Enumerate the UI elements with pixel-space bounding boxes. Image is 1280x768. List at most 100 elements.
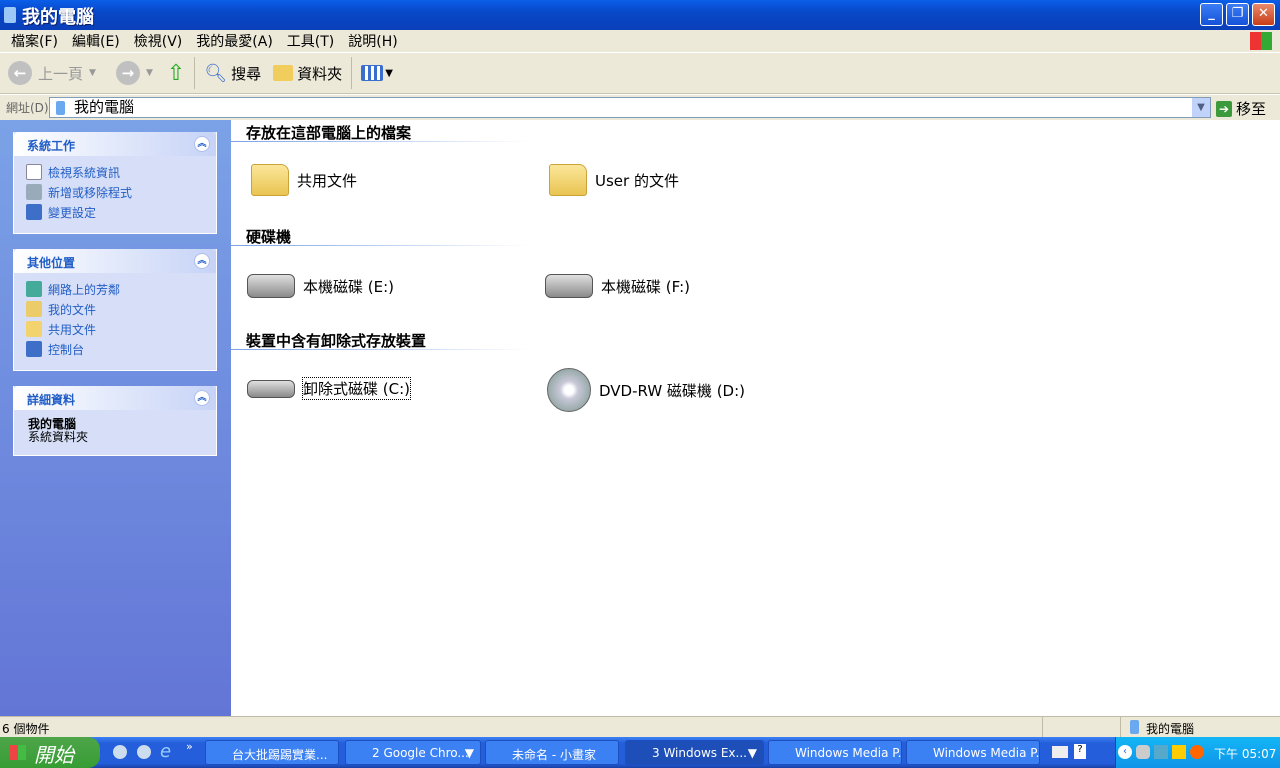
panel-header[interactable]: 系統工作 ︽	[14, 132, 216, 156]
item-label: User 的文件	[595, 171, 679, 190]
place-network[interactable]: 網路上的芳鄰	[14, 279, 216, 299]
folder-icon	[549, 164, 587, 196]
quicklaunch-icon[interactable]	[113, 745, 127, 759]
item-user-documents[interactable]: User 的文件	[549, 164, 679, 196]
menu-tools[interactable]: 工具(T)	[280, 31, 341, 51]
menu-file[interactable]: 檔案(F)	[4, 31, 65, 51]
item-drive-e[interactable]: 本機磁碟 (E:)	[247, 274, 394, 298]
taskbar-button-ptt[interactable]: 台大批踢踢實業...	[205, 740, 339, 765]
go-button[interactable]: ➔ 移至	[1216, 98, 1266, 119]
close-button[interactable]: ✕	[1252, 3, 1275, 26]
other-places-panel: 其他位置 ︽ 網路上的芳鄰 我的文件 共用文件 控制台	[13, 249, 217, 371]
warning-icon[interactable]	[1172, 745, 1186, 759]
search-button[interactable]: 🔍︎ 搜尋	[204, 63, 261, 84]
task-pane: 系統工作 ︽ 檢視系統資訊 新增或移除程式 變更設定 其他位置 ︽ 網路上的芳鄰 我…	[0, 120, 231, 716]
address-bar: 網址(D) 我的電腦 ▼ ➔ 移至	[0, 95, 1280, 120]
app-tray-icon[interactable]	[1190, 745, 1204, 759]
item-shared-documents[interactable]: 共用文件	[251, 164, 357, 196]
show-hidden-icons-button[interactable]: ‹	[1118, 745, 1132, 759]
clock[interactable]: 下午 05:07	[1214, 745, 1276, 762]
control-panel-icon	[26, 204, 42, 220]
forward-arrow-icon: →	[115, 61, 140, 85]
address-label: 網址(D)	[6, 101, 49, 115]
collapse-icon[interactable]: ︽	[194, 390, 210, 406]
keyboard-icon[interactable]	[1052, 746, 1068, 758]
search-icon: 🔍︎	[204, 62, 228, 84]
computer-icon	[1130, 720, 1139, 734]
panel-title: 詳細資料	[27, 393, 76, 407]
status-location: 我的電腦	[1146, 722, 1195, 736]
task-change-settings[interactable]: 變更設定	[14, 202, 216, 222]
address-dropdown[interactable]: ▼	[1192, 98, 1210, 117]
task-label: Windows Media P...	[933, 746, 1040, 760]
more-chevron-icon[interactable]: »	[186, 740, 193, 753]
task-label: Windows Media P...	[795, 746, 902, 760]
computer-icon	[56, 101, 65, 115]
separator	[351, 57, 353, 89]
place-control-panel[interactable]: 控制台	[14, 339, 216, 359]
system-tray: ‹ 下午 05:07	[1115, 737, 1280, 768]
hard-drive-icon	[247, 274, 295, 298]
menu-help[interactable]: 說明(H)	[341, 31, 404, 51]
go-label: 移至	[1236, 100, 1267, 118]
item-drive-f[interactable]: 本機磁碟 (F:)	[545, 274, 690, 298]
line-icon[interactable]	[1136, 745, 1150, 759]
panel-title: 系統工作	[27, 139, 76, 153]
place-label: 網路上的芳鄰	[48, 282, 121, 297]
title-bar: 我的電腦 _ ❐ ✕	[0, 0, 1280, 30]
up-folder-icon[interactable]: ⇧	[167, 61, 185, 86]
forward-button[interactable]: → ▼	[115, 61, 153, 85]
folders-button[interactable]: 資料夾	[273, 63, 342, 84]
task-view-system-info[interactable]: 檢視系統資訊	[14, 162, 216, 182]
control-panel-icon	[26, 341, 42, 357]
start-button[interactable]: 開始	[0, 737, 100, 768]
item-label: 本機磁碟 (E:)	[303, 277, 395, 296]
section-divider	[231, 245, 531, 246]
file-view: 存放在這部電腦上的檔案 共用文件 User 的文件 硬碟機 本機磁碟 (E:) …	[231, 120, 1280, 716]
taskbar-button-wmp1[interactable]: Windows Media P...	[768, 740, 902, 765]
windows-logo-icon	[10, 745, 26, 760]
menu-favorites[interactable]: 我的最愛(A)	[189, 31, 280, 51]
system-info-icon	[26, 164, 42, 180]
menu-view[interactable]: 檢視(V)	[127, 31, 190, 51]
details-panel: 詳細資料 ︽ 我的電腦 系統資料夾	[13, 386, 217, 456]
panel-header[interactable]: 詳細資料 ︽	[14, 386, 216, 410]
panel-header[interactable]: 其他位置 ︽	[14, 249, 216, 273]
menu-edit[interactable]: 編輯(E)	[65, 31, 127, 51]
collapse-icon[interactable]: ︽	[194, 253, 210, 269]
group-dropdown-icon: ▼	[464, 746, 474, 760]
removable-disk-icon	[247, 379, 295, 398]
taskbar-button-paint[interactable]: 未命名 - 小畫家	[485, 740, 619, 765]
folder-icon	[251, 164, 289, 196]
internet-explorer-icon[interactable]: e	[160, 741, 171, 762]
collapse-icon[interactable]: ︽	[194, 136, 210, 152]
search-label: 搜尋	[231, 64, 262, 83]
item-dvd-d[interactable]: DVD-RW 磁碟機 (D:)	[547, 368, 745, 412]
section-header: 裝置中含有卸除式存放裝置	[246, 332, 427, 350]
minimize-button[interactable]: _	[1200, 3, 1223, 26]
address-input[interactable]: 我的電腦 ▼	[49, 97, 1211, 118]
views-button[interactable]: ▼	[361, 65, 393, 81]
views-icon	[361, 65, 384, 81]
dvd-drive-icon	[547, 368, 591, 412]
item-label: 共用文件	[297, 171, 358, 190]
taskbar-button-wmp2[interactable]: Windows Media P...	[906, 740, 1040, 765]
taskbar-button-explorer[interactable]: 3 Windows Ex... ▼	[625, 740, 764, 765]
item-label: 卸除式磁碟 (C:)	[301, 377, 412, 400]
restore-button[interactable]: ❐	[1226, 3, 1249, 26]
separator	[194, 57, 196, 89]
media-player-icon[interactable]	[137, 745, 151, 759]
folder-icon	[26, 321, 42, 337]
network-icon[interactable]	[1154, 745, 1168, 759]
task-label: 新增或移除程式	[48, 185, 133, 200]
item-removable-c[interactable]: 卸除式磁碟 (C:)	[247, 377, 412, 400]
place-my-documents[interactable]: 我的文件	[14, 299, 216, 319]
folder-icon	[273, 65, 294, 81]
task-add-remove-programs[interactable]: 新增或移除程式	[14, 182, 216, 202]
back-button[interactable]: ← 上一頁 ▼	[8, 61, 96, 85]
place-shared-documents[interactable]: 共用文件	[14, 319, 216, 339]
help-icon[interactable]: ?	[1074, 744, 1086, 759]
address-value: 我的電腦	[74, 98, 135, 116]
network-icon	[26, 281, 42, 297]
taskbar-button-chrome[interactable]: 2 Google Chro... ▼	[345, 740, 481, 765]
